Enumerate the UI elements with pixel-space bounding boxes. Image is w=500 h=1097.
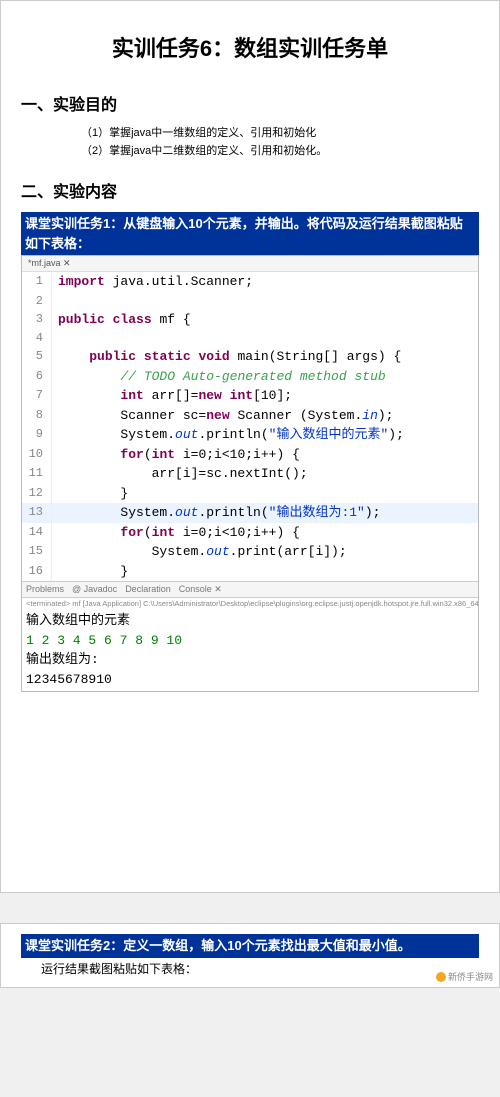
code-source: int arr[]=new int[10]; xyxy=(52,386,478,406)
tab-console: Console ✕ xyxy=(179,584,222,595)
section-1-heading: 一、实验目的 xyxy=(21,91,479,115)
watermark: 新侨手游网 xyxy=(436,970,493,983)
code-line: 13 System.out.println("输出数组为:1"); xyxy=(22,503,478,523)
code-line: 11 arr[i]=sc.nextInt(); xyxy=(22,464,478,484)
code-source: // TODO Auto-generated method stub xyxy=(52,367,478,387)
document-page-1: 实训任务6：数组实训任务单 一、实验目的 （1）掌握java中一维数组的定义、引… xyxy=(0,0,500,893)
tab-javadoc: @ Javadoc xyxy=(72,584,117,595)
code-line: 9 System.out.println("输入数组中的元素"); xyxy=(22,425,478,445)
code-source: for(int i=0;i<10;i++) { xyxy=(52,523,478,543)
code-source: for(int i=0;i<10;i++) { xyxy=(52,445,478,465)
console-run-info: <terminated> mf [Java Application] C:\Us… xyxy=(22,598,478,609)
code-line: 2 xyxy=(22,292,478,310)
code-source: public static void main(String[] args) { xyxy=(52,347,478,367)
line-number: 11 xyxy=(22,464,52,484)
code-line: 4 xyxy=(22,329,478,347)
code-source: public class mf { xyxy=(52,310,478,330)
code-line: 6 // TODO Auto-generated method stub xyxy=(22,367,478,387)
line-number: 8 xyxy=(22,406,52,426)
watermark-text: 新侨手游网 xyxy=(448,972,493,982)
code-line: 10 for(int i=0;i<10;i++) { xyxy=(22,445,478,465)
line-number: 10 xyxy=(22,445,52,465)
tab-problems: Problems xyxy=(26,584,64,595)
tab-declaration: Declaration xyxy=(125,584,171,595)
code-source: System.out.print(arr[i]); xyxy=(52,542,478,562)
code-source: System.out.println("输出数组为:1"); xyxy=(52,503,478,523)
code-source: import java.util.Scanner; xyxy=(52,272,478,292)
code-source xyxy=(52,329,478,347)
line-number: 14 xyxy=(22,523,52,543)
code-source: } xyxy=(52,562,478,582)
console-tabs: Problems @ Javadoc Declaration Console ✕ xyxy=(22,581,478,598)
task1-header: 课堂实训任务1：从键盘输入10个元素，并输出。将代码及运行结果截图粘贴如下表格： xyxy=(21,212,479,255)
console-output: 输入数组中的元素1 2 3 4 5 6 7 8 9 10输出数组为:123456… xyxy=(22,609,478,691)
code-line: 14 for(int i=0;i<10;i++) { xyxy=(22,523,478,543)
watermark-icon xyxy=(436,972,446,982)
console-line: 输入数组中的元素 xyxy=(26,611,474,631)
line-number: 13 xyxy=(22,503,52,523)
line-number: 12 xyxy=(22,484,52,504)
code-line: 12 } xyxy=(22,484,478,504)
code-source: arr[i]=sc.nextInt(); xyxy=(52,464,478,484)
code-line: 3public class mf { xyxy=(22,310,478,330)
code-area: 1import java.util.Scanner;23public class… xyxy=(22,272,478,581)
code-line: 8 Scanner sc=new Scanner (System.in); xyxy=(22,406,478,426)
line-number: 5 xyxy=(22,347,52,367)
line-number: 7 xyxy=(22,386,52,406)
code-line: 16 } xyxy=(22,562,478,582)
code-line: 1import java.util.Scanner; xyxy=(22,272,478,292)
line-number: 3 xyxy=(22,310,52,330)
page-title: 实训任务6：数组实训任务单 xyxy=(21,31,479,63)
code-source: } xyxy=(52,484,478,504)
console-line: 输出数组为: xyxy=(26,650,474,670)
document-page-2: 课堂实训任务2：定义一数组，输入10个元素找出最大值和最小值。 运行结果截图粘贴… xyxy=(0,923,500,988)
bullet-1: （1）掌握java中一维数组的定义、引用和初始化 xyxy=(81,125,479,143)
code-line: 15 System.out.print(arr[i]); xyxy=(22,542,478,562)
line-number: 2 xyxy=(22,292,52,310)
code-editor: *mf.java ✕ 1import java.util.Scanner;23p… xyxy=(21,255,479,692)
line-number: 6 xyxy=(22,367,52,387)
code-source: System.out.println("输入数组中的元素"); xyxy=(52,425,478,445)
editor-tab: *mf.java ✕ xyxy=(22,256,478,272)
line-number: 15 xyxy=(22,542,52,562)
task2-header: 课堂实训任务2：定义一数组，输入10个元素找出最大值和最小值。 xyxy=(21,934,479,958)
task2-subnote: 运行结果截图粘贴如下表格： xyxy=(41,960,479,977)
code-source xyxy=(52,292,478,310)
code-source: Scanner sc=new Scanner (System.in); xyxy=(52,406,478,426)
console-line: 12345678910 xyxy=(26,670,474,690)
code-line: 5 public static void main(String[] args)… xyxy=(22,347,478,367)
line-number: 1 xyxy=(22,272,52,292)
line-number: 16 xyxy=(22,562,52,582)
code-line: 7 int arr[]=new int[10]; xyxy=(22,386,478,406)
page-whitespace xyxy=(21,692,479,872)
bullet-2: （2）掌握java中二维数组的定义、引用和初始化。 xyxy=(81,143,479,161)
section-2-heading: 二、实验内容 xyxy=(21,178,479,202)
line-number: 4 xyxy=(22,329,52,347)
line-number: 9 xyxy=(22,425,52,445)
console-line: 1 2 3 4 5 6 7 8 9 10 xyxy=(26,631,474,651)
section-1-items: （1）掌握java中一维数组的定义、引用和初始化 （2）掌握java中二维数组的… xyxy=(81,125,479,160)
